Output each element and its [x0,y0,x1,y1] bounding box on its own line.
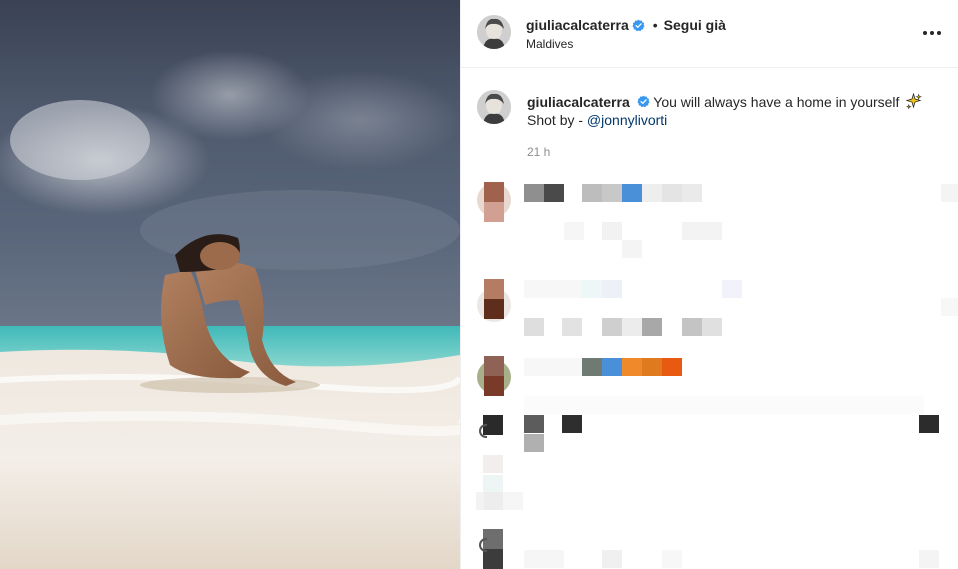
redacted-comments [461,170,958,569]
verified-badge-icon [637,95,650,108]
post-details-panel: giuliacalcaterra • Segui già Maldives gi… [460,0,958,569]
more-options-icon[interactable] [921,22,943,44]
photographer-mention-link[interactable]: @jonnylivorti [587,112,667,128]
caption-author-avatar[interactable] [477,90,511,124]
post-timestamp[interactable]: 21 h [527,145,550,159]
verified-badge-icon [632,19,645,31]
following-button[interactable]: Segui già [664,17,726,33]
author-username[interactable]: giuliacalcaterra [526,17,629,33]
header-separator: • [652,17,658,33]
post-location[interactable]: Maldives [526,37,573,51]
caption-credit-prefix: Shot by - [527,112,587,128]
caption-username[interactable]: giuliacalcaterra [527,94,630,110]
sparkles-emoji-icon [905,93,923,110]
post-caption: giuliacalcaterra You will always have a … [461,69,958,169]
post-photo[interactable] [0,0,460,569]
author-avatar[interactable] [477,15,511,49]
caption-message: You will always have a home in yourself [653,94,900,110]
caption-text-block: giuliacalcaterra You will always have a … [527,93,937,129]
post-header: giuliacalcaterra • Segui già Maldives [461,0,958,68]
